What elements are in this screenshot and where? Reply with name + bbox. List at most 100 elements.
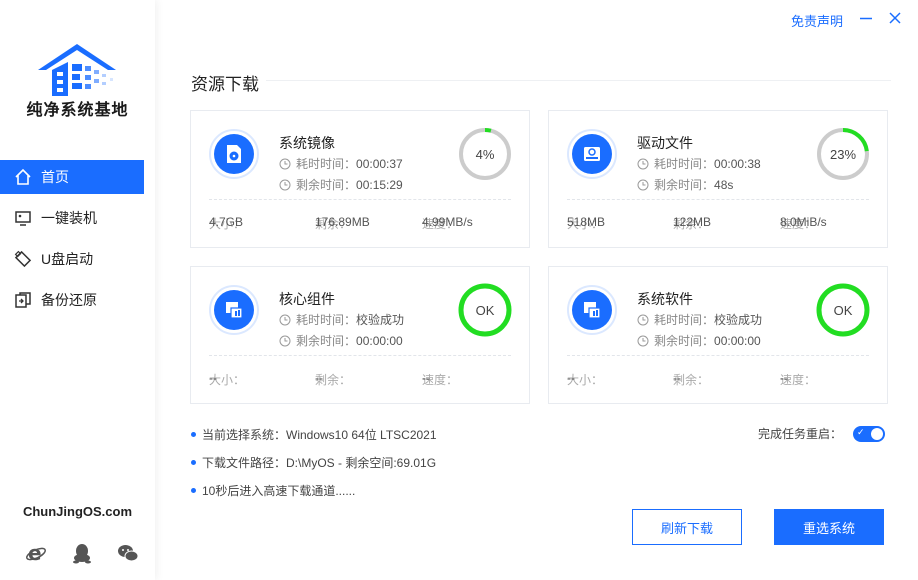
software-icon xyxy=(572,290,612,330)
sidebar-item-home[interactable]: 首页 xyxy=(0,160,144,194)
elapsed-label: 耗时时间： xyxy=(654,313,715,327)
speed-value: -- xyxy=(422,371,430,385)
card-icon xyxy=(209,129,259,179)
elapsed-row: 耗时时间： 00:00:37 xyxy=(279,155,403,172)
card-title: 系统镜像 xyxy=(279,135,335,151)
size-value: -- xyxy=(209,371,217,385)
toggle-knob xyxy=(871,428,883,440)
sidebar-item-label: U盘启动 xyxy=(41,251,94,267)
component-icon xyxy=(214,290,254,330)
remaining-row: 剩余时间： 00:00:00 xyxy=(279,332,403,349)
disc-icon xyxy=(214,134,254,174)
progress-text: OK xyxy=(476,303,495,318)
clock-icon xyxy=(279,179,291,190)
elapsed-row: 耗时时间： 校验成功 xyxy=(637,311,762,328)
remaining-label: 剩余时间： xyxy=(296,178,357,192)
elapsed-value: 校验成功 xyxy=(356,313,405,327)
elapsed-row: 耗时时间： 00:00:38 xyxy=(637,155,761,172)
progress-ring: 4% xyxy=(459,128,511,180)
progress-ring: 23% xyxy=(817,128,869,180)
progress-text: 4% xyxy=(476,147,495,162)
fast-channel-text: 10秒后进入高速下载通道...... xyxy=(202,484,356,498)
site-url: ChunJingOS.com xyxy=(22,504,133,519)
refresh-download-button[interactable]: 刷新下载 xyxy=(632,509,742,545)
backup-icon xyxy=(14,291,32,309)
remaining-label: 剩余时间： xyxy=(654,178,715,192)
card-divider xyxy=(209,355,511,356)
remaining-label: 剩余时间： xyxy=(654,334,715,348)
fast-channel-info: 10秒后进入高速下载通道...... xyxy=(191,482,355,499)
bullet-dot xyxy=(191,432,196,437)
close-icon[interactable] xyxy=(886,9,904,27)
minimize-icon[interactable] xyxy=(857,9,875,27)
download-path-info: 下载文件路径：D:\MyOS - 剩余空间:69.01G xyxy=(191,454,436,471)
size-value: 518MB xyxy=(567,215,606,229)
download-card-system-image: 系统镜像 耗时时间： 00:00:37 剩余时间： 00:15:29 4% 大小… xyxy=(190,110,530,248)
sidebar-item-label: 一键装机 xyxy=(41,210,97,226)
download-card-drivers: 驱动文件 耗时时间： 00:00:38 剩余时间： 48s 23% 大小： 518… xyxy=(548,110,888,248)
bullet-dot xyxy=(191,460,196,465)
ie-icon[interactable]: e xyxy=(24,541,48,565)
clock-icon xyxy=(637,179,649,190)
reselect-system-button[interactable]: 重选系统 xyxy=(774,509,884,545)
clock-icon xyxy=(637,314,649,325)
clock-icon xyxy=(279,314,291,325)
remaining-value: 48s xyxy=(714,177,734,192)
selected-system-text: 当前选择系统：Windows10 64位 LTSC2021 xyxy=(202,428,437,442)
elapsed-value: 00:00:38 xyxy=(714,156,761,171)
remaining-value: 00:15:29 xyxy=(356,177,403,192)
card-title: 核心组件 xyxy=(279,291,335,307)
wechat-icon[interactable] xyxy=(116,541,140,565)
bullet-dot xyxy=(191,488,196,493)
sidebar-item-backup[interactable]: 备份还原 xyxy=(0,283,144,317)
drive-icon xyxy=(572,134,612,174)
elapsed-label: 耗时时间： xyxy=(296,313,357,327)
speed-value: -- xyxy=(780,371,788,385)
remaining-value: 00:00:00 xyxy=(714,333,761,348)
install-icon xyxy=(14,209,32,227)
remaining-row: 剩余时间： 48s xyxy=(637,176,733,193)
progress-ring: OK xyxy=(816,283,870,337)
left-value: 176.89MB xyxy=(315,215,370,229)
usb-icon xyxy=(14,250,32,268)
home-icon xyxy=(14,168,32,186)
logo-icon xyxy=(38,44,116,96)
remaining-row: 剩余时间： 00:00:00 xyxy=(637,332,761,349)
sidebar-nav: 首页 一键装机 U盘启动 备份还原 xyxy=(0,160,155,324)
sidebar-item-label: 备份还原 xyxy=(41,292,97,308)
card-icon xyxy=(209,285,259,335)
elapsed-label: 耗时时间： xyxy=(296,157,357,171)
elapsed-value: 校验成功 xyxy=(714,313,763,327)
download-card-core-components: 核心组件 耗时时间： 校验成功 剩余时间： 00:00:00 OK 大小： -- … xyxy=(190,266,530,404)
card-divider xyxy=(567,355,869,356)
clock-icon xyxy=(279,158,291,169)
elapsed-value: 00:00:37 xyxy=(356,156,403,171)
card-icon xyxy=(567,129,617,179)
check-icon: ✓ xyxy=(857,427,865,437)
clock-icon xyxy=(279,335,291,346)
sidebar-item-usb[interactable]: U盘启动 xyxy=(0,242,144,276)
qq-icon[interactable] xyxy=(70,541,94,565)
restart-label: 完成任务重启： xyxy=(758,427,843,441)
download-path-text: 下载文件路径：D:\MyOS - 剩余空间:69.01G xyxy=(202,456,437,470)
card-divider xyxy=(567,199,869,200)
disclaimer-link[interactable]: 免责声明 xyxy=(791,11,843,30)
speed-value: 8.0MiB/s xyxy=(780,215,827,229)
sidebar-item-label: 首页 xyxy=(41,169,69,185)
clock-icon xyxy=(637,158,649,169)
card-icon xyxy=(567,285,617,335)
restart-toggle[interactable]: ✓ xyxy=(853,426,885,442)
selected-system-info: 当前选择系统：Windows10 64位 LTSC2021 xyxy=(191,426,437,443)
clock-icon xyxy=(637,335,649,346)
brand-name: 纯净系统基地 xyxy=(26,102,129,119)
remaining-label: 剩余时间： xyxy=(296,334,357,348)
left-value: -- xyxy=(673,371,681,385)
card-title: 系统软件 xyxy=(637,291,693,307)
remaining-row: 剩余时间： 00:15:29 xyxy=(279,176,403,193)
sidebar-item-install[interactable]: 一键装机 xyxy=(0,201,144,235)
social-links: e xyxy=(24,541,140,565)
sidebar: 纯净系统基地 首页 一键装机 U盘启动 备份还原 ChunJingOS.com … xyxy=(0,0,155,580)
download-card-system-software: 系统软件 耗时时间： 校验成功 剩余时间： 00:00:00 OK 大小： -- … xyxy=(548,266,888,404)
elapsed-label: 耗时时间： xyxy=(654,157,715,171)
remaining-value: 00:00:00 xyxy=(356,333,403,348)
